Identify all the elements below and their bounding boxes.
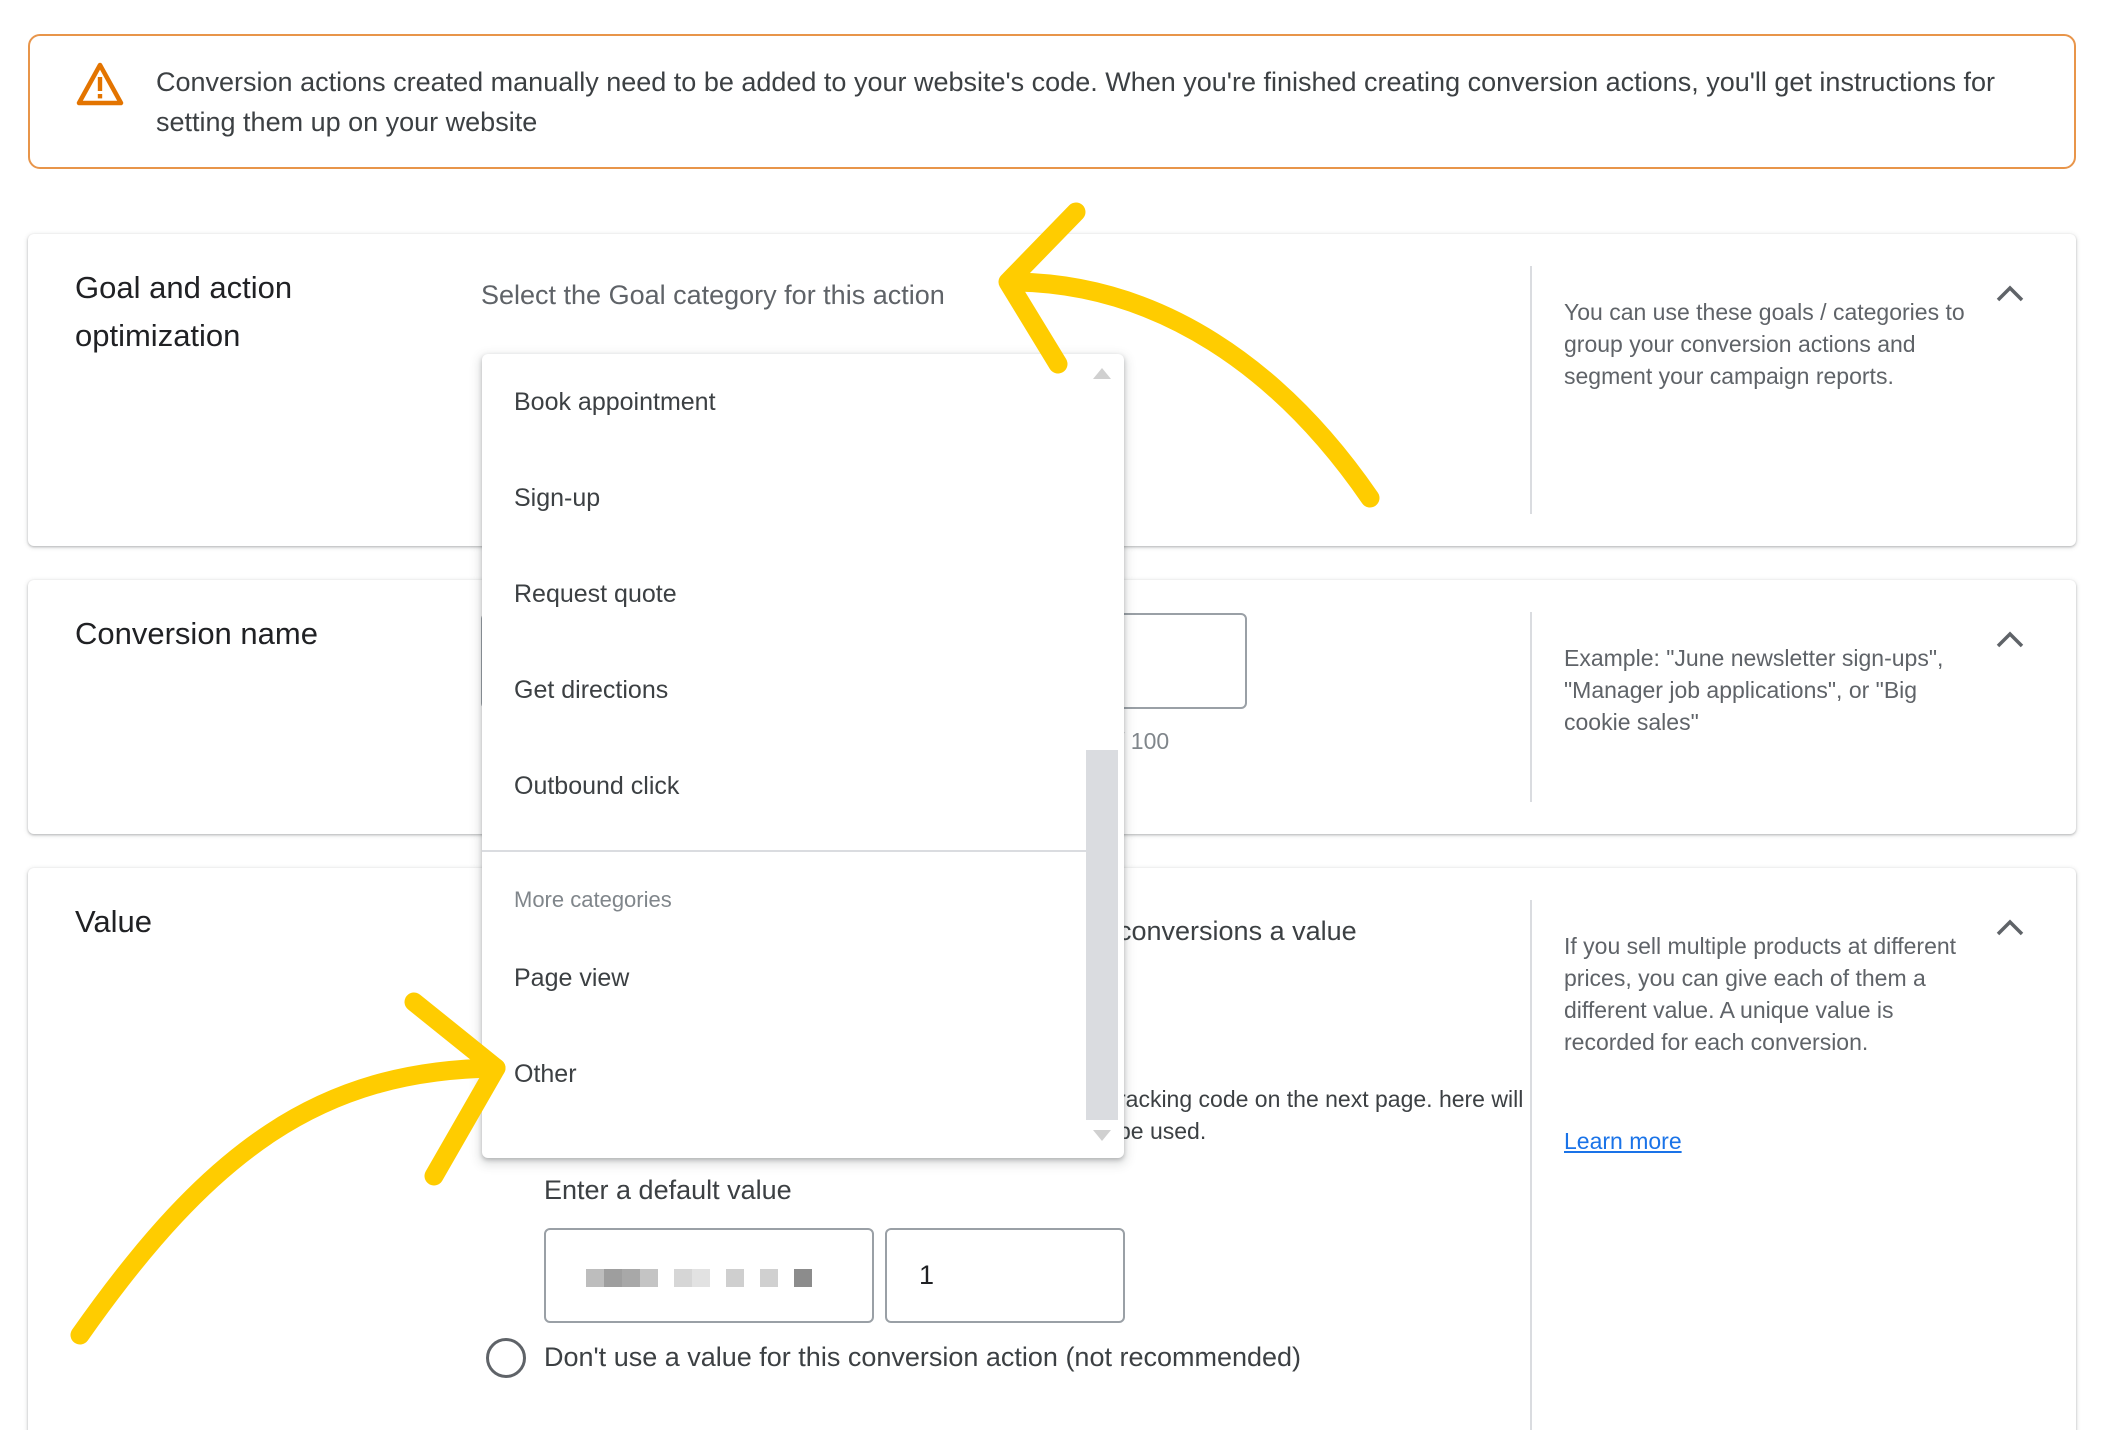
conversion-name-help: Example: "June newsletter sign-ups", "Ma… <box>1564 645 1944 735</box>
card-divider <box>1530 612 1532 802</box>
chevron-up-icon[interactable] <box>1990 620 2030 660</box>
option-other[interactable]: Other <box>514 1060 577 1089</box>
option-book-appointment[interactable]: Book appointment <box>514 388 716 417</box>
scroll-up-arrow-icon[interactable] <box>1093 368 1111 379</box>
goal-category-dropdown[interactable]: Book appointment Sign-up Request quote G… <box>482 354 1124 1158</box>
warning-icon <box>76 62 124 106</box>
goal-help-text: You can use these goals / categories to … <box>1564 299 1965 389</box>
value-note: racking code on the next page. here will… <box>1118 1086 1524 1144</box>
chevron-up-icon[interactable] <box>1990 908 2030 948</box>
currency-select[interactable] <box>544 1228 874 1323</box>
option-sign-up[interactable]: Sign-up <box>514 484 600 513</box>
goal-card-title: Goal and action optimization <box>75 270 293 353</box>
dropdown-divider <box>482 850 1086 852</box>
more-categories-label: More categories <box>514 887 672 912</box>
scroll-down-arrow-icon[interactable] <box>1093 1130 1111 1141</box>
default-value-label: Enter a default value <box>544 1175 792 1205</box>
value-option-text: conversions a value <box>1118 916 1357 946</box>
goal-select-label: Select the Goal category for this action <box>481 280 945 310</box>
card-divider <box>1530 900 1532 1430</box>
value-title: Value <box>75 904 152 939</box>
char-count: / 100 <box>1118 728 1170 754</box>
learn-more-link[interactable]: Learn more <box>1564 1128 1682 1155</box>
warning-text: Conversion actions created manually need… <box>156 67 1995 137</box>
blurred-currency-value <box>586 1269 812 1287</box>
conversion-name-title: Conversion name <box>75 616 318 651</box>
card-divider <box>1530 266 1532 514</box>
option-get-directions[interactable]: Get directions <box>514 676 668 705</box>
default-value-input[interactable]: 1 <box>885 1228 1125 1323</box>
option-outbound-click[interactable]: Outbound click <box>514 772 679 801</box>
warning-banner: Conversion actions created manually need… <box>28 34 2076 169</box>
value-help-text: If you sell multiple products at differe… <box>1564 933 1957 1055</box>
option-page-view[interactable]: Page view <box>514 964 629 993</box>
no-value-label: Don't use a value for this conversion ac… <box>544 1342 1302 1372</box>
radio-icon[interactable] <box>486 1338 526 1378</box>
chevron-up-icon[interactable] <box>1990 274 2030 314</box>
scrollbar-thumb[interactable] <box>1086 750 1118 1120</box>
option-request-quote[interactable]: Request quote <box>514 580 677 609</box>
